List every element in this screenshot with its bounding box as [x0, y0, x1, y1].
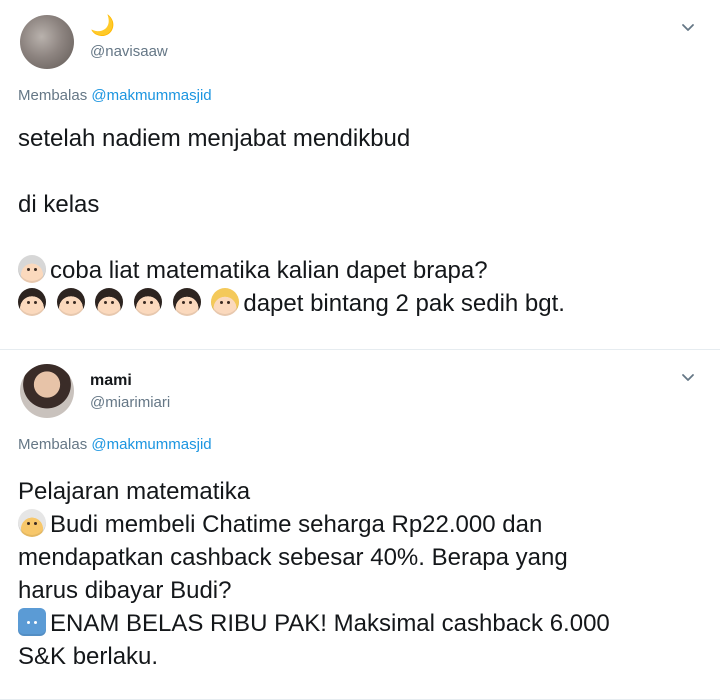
chevron-down-icon[interactable] [680, 20, 696, 36]
tweet-line: mendapatkan cashback sebesar 40%. Berapa… [18, 544, 568, 571]
reply-prefix: Membalas [18, 87, 88, 104]
avatar[interactable] [20, 364, 74, 418]
reply-context: Membalas @makmummasjid [18, 436, 212, 453]
tweet-line: harus dibayar Budi? [18, 577, 232, 604]
blond-girl-emoji-icon [211, 288, 240, 316]
tweet-card[interactable]: mami @miarimiari Membalas @makmummasjid … [0, 350, 720, 700]
boy-emoji-icon [134, 288, 163, 316]
tweet-line: Pelajaran matematika [18, 478, 251, 505]
reply-prefix: Membalas [18, 436, 88, 453]
boy-emoji-icon [18, 288, 46, 316]
user-handle[interactable]: @miarimiari [90, 394, 170, 411]
reply-context: Membalas @makmummasjid [18, 87, 212, 104]
mention-link[interactable]: @makmummasjid [91, 436, 211, 453]
user-block: mami @miarimiari [90, 372, 170, 411]
mention-link[interactable]: @makmummasjid [91, 87, 211, 104]
tweet-line: Budi membeli Chatime seharga Rp22.000 da… [18, 508, 610, 541]
old-man-emoji-icon [18, 255, 46, 283]
tweet-card[interactable]: 🌙 @navisaaw Membalas @makmummasjid setel… [0, 0, 720, 350]
girl-emoji-icon [95, 288, 124, 316]
girl-emoji-icon [172, 288, 201, 316]
display-name[interactable]: 🌙 [90, 15, 168, 37]
chevron-down-icon[interactable] [680, 370, 696, 386]
teacher-emoji-icon [18, 509, 46, 537]
user-handle[interactable]: @navisaaw [90, 43, 168, 60]
person-raising-hand-emoji-icon [18, 608, 46, 636]
tweet-line: di kelas [18, 191, 100, 218]
tweet-line: ENAM BELAS RIBU PAK! Maksimal cashback 6… [18, 607, 610, 640]
avatar[interactable] [20, 15, 74, 69]
tweet-line: setelah nadiem menjabat mendikbud [18, 125, 411, 152]
tweet-line: dapet bintang 2 pak sedih bgt. [18, 287, 565, 320]
tweet-line: S&K berlaku. [18, 643, 159, 670]
tweet-line: coba liat matematika kalian dapet brapa? [18, 254, 565, 287]
tweet-text: setelah nadiem menjabat mendikbud di kel… [18, 122, 565, 320]
display-name[interactable]: mami [90, 372, 170, 390]
boy-emoji-icon [56, 288, 85, 316]
user-block: 🌙 @navisaaw [90, 15, 168, 60]
tweet-text: Pelajaran matematika Budi membeli Chatim… [18, 475, 610, 673]
